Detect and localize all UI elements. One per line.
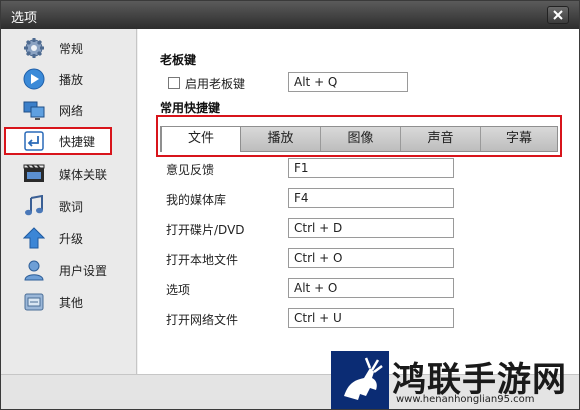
tab-playback[interactable]: 播放 [241,127,321,151]
sidebar-item-label: 播放 [59,73,84,87]
sidebar-item-user-settings[interactable]: 用户设置 [1,255,137,285]
boss-key-checkbox-label[interactable]: 启用老板键 [185,75,245,92]
sidebar-item-label: 升级 [59,232,84,246]
shortcut-tabs: 文件 播放 图像 声音 字幕 [160,126,558,152]
sidebar-item-other[interactable]: 其他 [1,287,137,317]
sidebar-item-label: 其他 [59,296,84,310]
sidebar-item-label: 媒体关联 [59,168,108,182]
user-icon [24,260,44,281]
network-icon [23,101,45,120]
shortcut-input[interactable]: Ctrl + U [288,308,454,328]
up-arrow-icon [23,227,45,249]
sidebar-item-label: 快捷键 [59,135,96,149]
selection-highlight [4,127,112,155]
sidebar-item-general[interactable]: 常规 [1,33,137,63]
play-icon [23,68,45,90]
watermark: 鸿联手游网 www.henanhonglian95.com [330,350,580,410]
sidebar-item-upgrade[interactable]: 升级 [1,223,137,253]
sidebar-item-playback[interactable]: 播放 [1,64,137,94]
sidebar-item-lyrics[interactable]: 歌词 [1,191,137,221]
settings-panel: 老板键 启用老板键 Alt + Q 常用快捷键 文件 播放 图像 声音 字幕 意… [138,29,579,374]
sidebar-item-label: 歌词 [59,200,84,214]
sidebar-item-shortcuts[interactable]: 快捷键 [1,126,137,156]
deer-logo-icon [331,351,389,409]
shortcut-input[interactable]: F4 [288,188,454,208]
boss-key-checkbox[interactable] [168,77,180,89]
sidebar: 常规 播放 网络 快捷键 媒体关联 歌词 升级 用户设置 其他 [1,29,137,374]
shortcut-label: 我的媒体库 [166,193,227,207]
shortcut-label: 打开碟片/DVD [166,223,245,237]
shortcut-label: 打开本地文件 [166,253,239,267]
close-button[interactable] [547,6,569,24]
music-note-icon [25,195,43,216]
film-icon [23,164,45,182]
watermark-url: www.henanhonglian95.com [396,394,535,405]
tab-file[interactable]: 文件 [161,126,241,152]
sidebar-item-media-association[interactable]: 媒体关联 [1,159,137,189]
shortcuts-title: 常用快捷键 [160,101,221,115]
other-icon [24,293,44,311]
sidebar-item-label: 常规 [59,42,84,56]
sidebar-item-label: 用户设置 [59,264,108,278]
shortcut-input[interactable]: Ctrl + D [288,218,454,238]
tab-image[interactable]: 图像 [321,127,401,151]
shortcut-input[interactable]: Ctrl + O [288,248,454,268]
close-icon [553,10,563,20]
shortcut-label: 选项 [166,283,191,297]
title-bar[interactable]: 选项 [1,1,579,29]
shortcut-input[interactable]: Alt + O [288,278,454,298]
tab-subtitle[interactable]: 字幕 [481,127,557,151]
shortcut-label: 打开网络文件 [166,313,239,327]
tab-sound[interactable]: 声音 [401,127,481,151]
shortcut-input[interactable]: F1 [288,158,454,178]
sidebar-item-label: 网络 [59,104,84,118]
options-dialog: 选项 常规 播放 网络 快捷键 媒体关联 歌词 升级 用户设置 其他 老板键 启… [0,0,580,410]
boss-key-title: 老板键 [160,53,197,67]
boss-key-input[interactable]: Alt + Q [288,72,408,92]
window-title: 选项 [11,11,38,26]
gear-icon [24,38,44,58]
sidebar-item-network[interactable]: 网络 [1,95,137,125]
shortcut-label: 意见反馈 [166,163,215,177]
enter-key-icon [24,131,44,151]
